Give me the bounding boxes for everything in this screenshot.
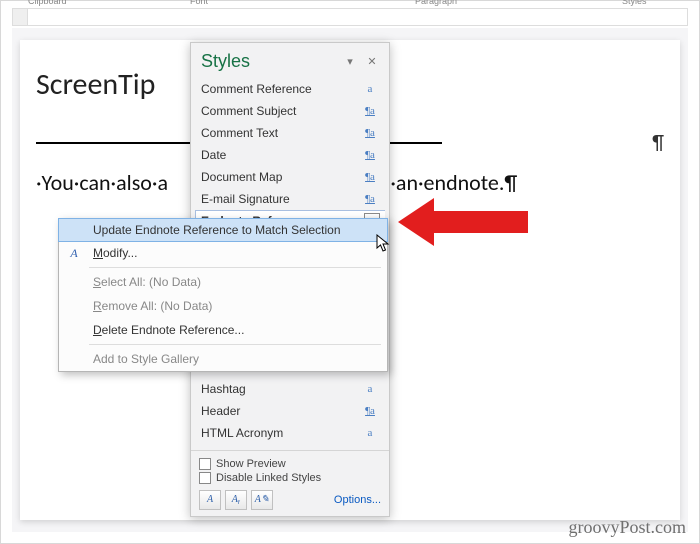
menu-select-all: Select All: (No Data) (59, 270, 387, 294)
modify-icon: A (65, 246, 83, 261)
menu-remove-all: Remove All: (No Data) (59, 294, 387, 318)
style-item[interactable]: Comment Text¶a (195, 122, 385, 144)
close-icon[interactable]: ✕ (365, 55, 379, 69)
horizontal-ruler[interactable] (12, 8, 688, 26)
menu-update-to-match[interactable]: Update Endnote Reference to Match Select… (58, 218, 388, 242)
show-preview-checkbox[interactable]: Show Preview (199, 458, 381, 470)
manage-styles-button[interactable]: A✎ (251, 490, 273, 510)
callout-arrow-icon (398, 192, 528, 252)
disable-linked-checkbox[interactable]: Disable Linked Styles (199, 472, 381, 484)
style-item[interactable]: Date¶a (195, 144, 385, 166)
watermark: groovyPost.com (568, 517, 686, 538)
style-item[interactable]: HTML Acronyma (195, 422, 385, 444)
style-item[interactable]: Comment Subject¶a (195, 100, 385, 122)
style-item[interactable]: Header¶a (195, 400, 385, 422)
style-item[interactable]: E-mail Signature¶a (195, 188, 385, 210)
styles-pane-title: Styles (201, 51, 335, 72)
styles-pane-footer: Show Preview Disable Linked Styles A Aᵧ … (191, 450, 389, 516)
style-item[interactable]: Comment Referencea (195, 78, 385, 100)
style-context-menu: Update Endnote Reference to Match Select… (58, 218, 388, 372)
options-link[interactable]: Options... (334, 494, 381, 506)
styles-pane-header: Styles ▾ ✕ (191, 43, 389, 78)
menu-add-to-gallery: Add to Style Gallery (59, 347, 387, 371)
style-item[interactable]: Hashtaga (195, 378, 385, 400)
pane-options-icon[interactable]: ▾ (343, 55, 357, 69)
pilcrow-icon: ¶ (652, 131, 664, 155)
menu-delete-style[interactable]: Delete Endnote Reference... (59, 318, 387, 342)
style-item[interactable]: Document Map¶a (195, 166, 385, 188)
new-style-button[interactable]: A (199, 490, 221, 510)
menu-modify[interactable]: A MModify...odify... (59, 241, 387, 265)
style-inspector-button[interactable]: Aᵧ (225, 490, 247, 510)
